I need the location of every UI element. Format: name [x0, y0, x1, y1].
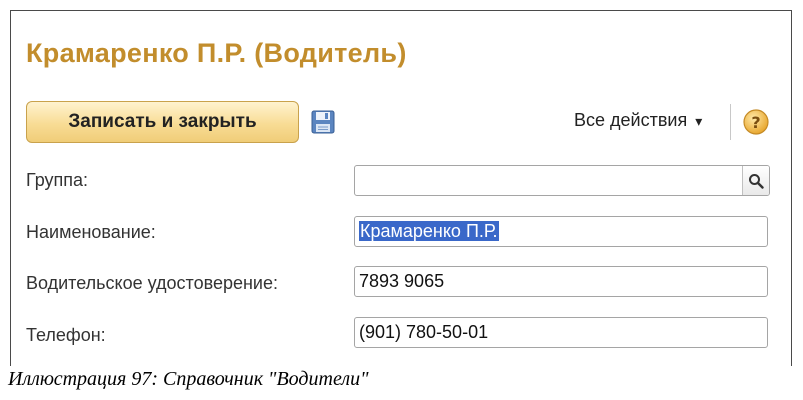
form-title: Крамаренко П.Р. (Водитель): [26, 38, 407, 68]
toolbar-divider: [730, 104, 731, 140]
floppy-disk-icon[interactable]: [310, 109, 336, 135]
save-and-close-button[interactable]: Записать и закрыть: [26, 101, 299, 143]
search-icon: [749, 173, 764, 189]
license-value: 7893 9065: [359, 271, 445, 291]
name-field[interactable]: Крамаренко П.Р.: [354, 216, 768, 247]
figure-caption: Иллюстрация 97: Справочник "Водители": [8, 368, 369, 390]
chevron-down-icon: ▾: [695, 113, 703, 129]
phone-field[interactable]: (901) 780-50-01: [354, 317, 768, 348]
svg-text:?: ?: [751, 113, 760, 132]
license-label: Водительское удостоверение:: [26, 273, 278, 293]
question-mark-icon[interactable]: ?: [742, 108, 770, 136]
name-label: Наименование:: [26, 222, 156, 242]
phone-label: Телефон:: [26, 325, 106, 345]
name-value: Крамаренко П.Р.: [359, 221, 499, 241]
all-actions-menu[interactable]: Все действия ▾: [574, 110, 702, 131]
phone-value: (901) 780-50-01: [359, 322, 489, 342]
group-label: Группа:: [26, 170, 89, 190]
group-picker-button[interactable]: [742, 166, 769, 195]
license-field[interactable]: 7893 9065: [354, 266, 768, 297]
group-field[interactable]: [354, 165, 770, 196]
all-actions-label: Все действия: [574, 110, 688, 130]
